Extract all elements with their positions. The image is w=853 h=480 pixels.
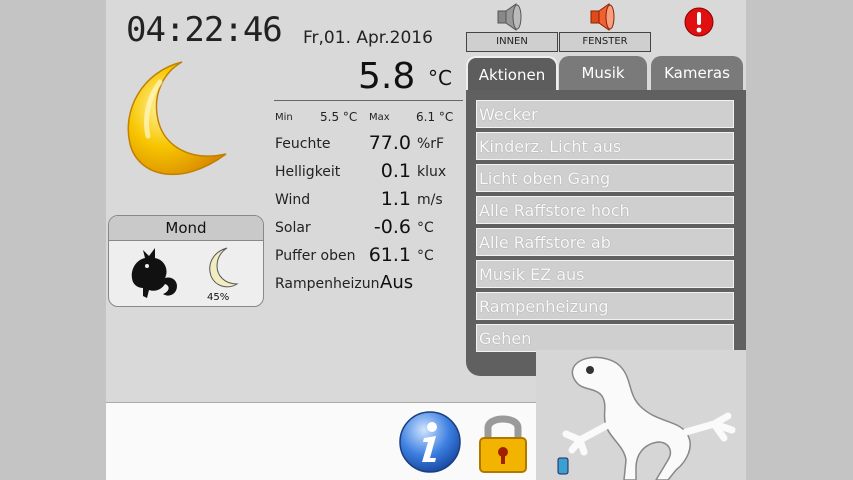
action-button[interactable]: Wecker [476, 100, 734, 128]
temperature-unit: °C [428, 66, 452, 90]
row-value: -0.6 [373, 216, 411, 238]
fenster-button[interactable]: FENSTER [559, 32, 651, 52]
min-label: Min [275, 112, 293, 123]
row-unit: °C [417, 248, 434, 264]
tab-kameras[interactable]: Kameras [651, 56, 743, 90]
row-unit: klux [417, 164, 447, 180]
innen-button[interactable]: INNEN [466, 32, 558, 52]
tab-aktionen[interactable]: Aktionen [466, 56, 558, 90]
row-label: Puffer oben [275, 248, 356, 264]
weather-row: Feuchte 77.0 %rF [275, 132, 475, 160]
row-label: Wind [275, 192, 311, 208]
row-unit: m/s [417, 192, 443, 208]
tab-bar: Aktionen Musik Kameras [466, 56, 746, 92]
action-button[interactable]: Alle Raffstore hoch [476, 196, 734, 224]
weather-row: Wind 1.1 m/s [275, 188, 475, 216]
row-unit: %rF [417, 136, 445, 152]
weather-row: Solar -0.6 °C [275, 216, 475, 244]
row-label: Solar [275, 220, 311, 236]
action-button[interactable]: Musik EZ aus [476, 260, 734, 288]
info-icon[interactable] [398, 410, 462, 474]
row-label: Rampenheizun [275, 276, 380, 292]
action-button[interactable]: Rampenheizung [476, 292, 734, 320]
action-button[interactable]: Licht oben Gang [476, 164, 734, 192]
max-label: Max [369, 112, 390, 123]
weather-rows: Feuchte 77.0 %rF Helligkeit 0.1 klux Win… [275, 132, 475, 300]
row-unit: °C [417, 220, 434, 236]
speaker-icon[interactable] [494, 2, 528, 32]
date-label: Fr,01. Apr.2016 [303, 28, 433, 48]
row-label: Feuchte [275, 136, 331, 152]
alert-icon[interactable] [683, 6, 715, 38]
action-button[interactable]: Gehen [476, 324, 734, 352]
weather-row: Helligkeit 0.1 klux [275, 160, 475, 188]
crescent-moon-icon [127, 61, 227, 176]
weather-row: Puffer oben 61.1 °C [275, 244, 475, 272]
divider [274, 100, 463, 101]
clock: 04:22:46 [126, 10, 283, 50]
action-button[interactable]: Kinderz. Licht aus [476, 132, 734, 160]
row-value: 61.1 [368, 244, 411, 266]
capricorn-icon [131, 248, 177, 298]
moon-phase-percent: 45% [207, 292, 230, 303]
row-label: Helligkeit [275, 164, 341, 180]
action-button[interactable]: Alle Raffstore ab [476, 228, 734, 256]
weather-row: Rampenheizun Aus [275, 272, 475, 300]
moon-panel-title: Mond [109, 216, 263, 241]
actions-panel: Wecker Kinderz. Licht aus Licht oben Gan… [466, 90, 746, 376]
temperature-value: 5.8 [358, 56, 416, 97]
row-value: Aus [380, 272, 414, 293]
row-value: 77.0 [368, 132, 411, 154]
moon-phase-icon [209, 247, 239, 288]
max-value: 6.1 °C [416, 110, 454, 124]
gecko-icon [536, 350, 746, 480]
row-value: 1.1 [380, 188, 411, 210]
min-value: 5.5 °C [320, 110, 358, 124]
lock-icon[interactable] [476, 410, 530, 476]
tab-musik[interactable]: Musik [559, 56, 647, 90]
moon-panel: Mond 45% [108, 215, 264, 307]
speaker-alarm-icon[interactable] [587, 2, 621, 32]
row-value: 0.1 [380, 160, 411, 182]
app-screen: 04:22:46 Fr,01. Apr.2016 INNEN FENSTER 5… [106, 0, 746, 480]
